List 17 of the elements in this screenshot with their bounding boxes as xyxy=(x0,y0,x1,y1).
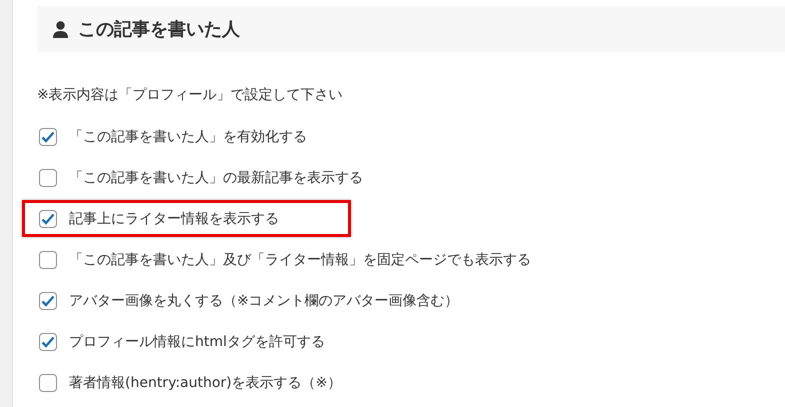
checkbox[interactable] xyxy=(39,128,57,146)
note-text: ※表示内容は「プロフィール」で設定して下さい xyxy=(37,86,344,104)
checkbox[interactable] xyxy=(39,250,57,268)
checkbox[interactable] xyxy=(39,292,57,310)
option-label: 記事上にライター情報を表示する xyxy=(69,210,279,228)
option-label: 「この記事を書いた人」の最新記事を表示する xyxy=(69,168,363,186)
option-label: プロフィール情報にhtmlタグを許可する xyxy=(69,332,325,350)
checkbox[interactable] xyxy=(39,374,57,392)
person-icon xyxy=(53,20,68,38)
checkbox[interactable] xyxy=(39,332,57,350)
option-label: 著者情報(hentry:author)を表示する（※） xyxy=(69,374,342,392)
checkbox[interactable] xyxy=(39,210,57,228)
option-label: 「この記事を書いた人」及び「ライター情報」を固定ページでも表示する xyxy=(69,250,531,268)
section-title: この記事を書いた人 xyxy=(78,18,240,41)
checkbox[interactable] xyxy=(39,168,57,186)
option-label: 「この記事を書いた人」を有効化する xyxy=(69,128,307,146)
option-label: アバター画像を丸くする（※コメント欄のアバター画像含む） xyxy=(69,292,459,310)
